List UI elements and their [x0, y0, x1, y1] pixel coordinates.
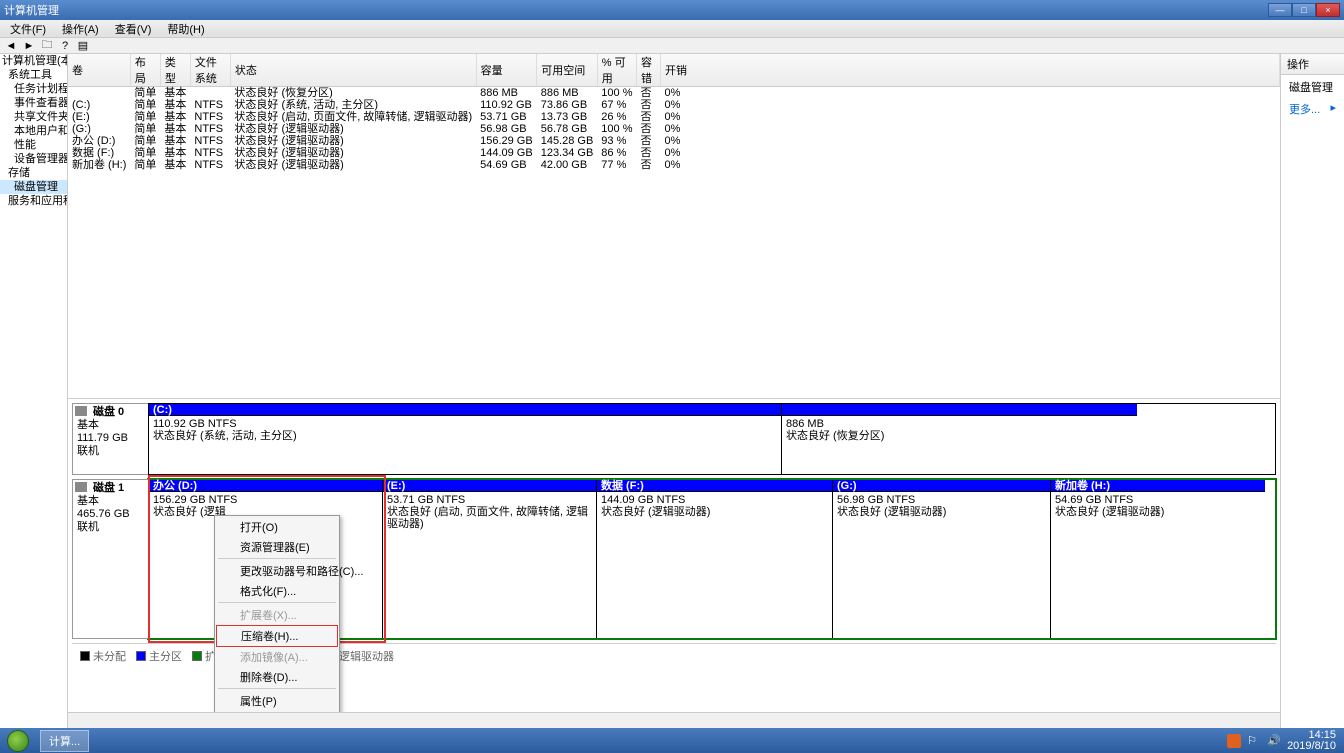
title-bar: 计算机管理 — □ ×	[0, 0, 1344, 20]
col-layout[interactable]: 布局	[130, 54, 160, 87]
partition[interactable]: (C:)110.92 GB NTFS状态良好 (系统, 活动, 主分区)	[149, 404, 782, 474]
ctx-open[interactable]: 打开(O)	[216, 517, 338, 537]
ctx-format[interactable]: 格式化(F)...	[216, 581, 338, 601]
window-title: 计算机管理	[4, 2, 1268, 18]
tree-shared-folders[interactable]: 共享文件夹	[0, 110, 67, 124]
tree-root[interactable]: 计算机管理(本	[0, 54, 67, 68]
taskbar[interactable]: 计算... ⚐ 🔊 14:15 2019/8/10	[0, 728, 1344, 753]
ctx-shrink[interactable]: 压缩卷(H)...	[216, 625, 338, 647]
disk-1-info[interactable]: 磁盘 1 基本 465.76 GB 联机	[72, 479, 148, 639]
tree-task-scheduler[interactable]: 任务计划程	[0, 82, 67, 96]
help-icon[interactable]: ?	[58, 39, 72, 53]
menu-file[interactable]: 文件(F)	[6, 21, 50, 37]
tree-event-viewer[interactable]: 事件查看器	[0, 96, 67, 110]
disk-0-info[interactable]: 磁盘 0 基本 111.79 GB 联机	[72, 403, 148, 475]
ctx-add-mirror: 添加镜像(A)...	[216, 647, 338, 667]
actions-more[interactable]: 更多... ▸	[1281, 99, 1344, 119]
context-menu: 打开(O) 资源管理器(E) 更改驱动器号和路径(C)... 格式化(F)...…	[214, 515, 340, 712]
task-app-button[interactable]: 计算...	[40, 730, 89, 752]
partition[interactable]: 886 MB状态良好 (恢复分区)	[782, 404, 1137, 474]
ime-icon[interactable]	[1227, 734, 1241, 748]
tree-services[interactable]: 服务和应用程	[0, 194, 67, 208]
actions-pane: 操作 磁盘管理 更多... ▸	[1280, 54, 1344, 728]
back-icon[interactable]: ◄	[4, 39, 18, 53]
disk-0-row: 磁盘 0 基本 111.79 GB 联机 (C:)110.92 GB NTFS状…	[72, 403, 1276, 475]
col-fs[interactable]: 文件系统	[190, 54, 230, 87]
col-pct[interactable]: % 可用	[597, 54, 636, 87]
col-status[interactable]: 状态	[230, 54, 476, 87]
partition[interactable]: (E:)53.71 GB NTFS状态良好 (启动, 页面文件, 故障转储, 逻…	[383, 480, 597, 638]
windows-orb-icon	[7, 730, 29, 752]
tree-storage[interactable]: 存储	[0, 166, 67, 180]
tree-local-users[interactable]: 本地用户和	[0, 124, 67, 138]
col-overhead[interactable]: 开销	[661, 54, 1280, 87]
start-button[interactable]	[0, 728, 36, 753]
h-scrollbar[interactable]	[68, 712, 1280, 728]
refresh-icon[interactable]: 🗀	[40, 39, 54, 53]
partition[interactable]: 新加卷 (H:)54.69 GB NTFS状态良好 (逻辑驱动器)	[1051, 480, 1265, 638]
ctx-extend: 扩展卷(X)...	[216, 605, 338, 625]
ctx-sep2	[218, 602, 336, 604]
disk-1-row: 磁盘 1 基本 465.76 GB 联机 办公 (D:)156.29 GB NT…	[72, 479, 1276, 639]
actions-sub: 磁盘管理	[1281, 75, 1344, 99]
tree-system-tools[interactable]: 系统工具	[0, 68, 67, 82]
col-free[interactable]: 可用空间	[537, 54, 598, 87]
table-row[interactable]: (C:)简单基本NTFS状态良好 (系统, 活动, 主分区)110.92 GB7…	[68, 99, 1280, 111]
clock[interactable]: 14:15 2019/8/10	[1287, 730, 1336, 752]
col-capacity[interactable]: 容量	[476, 54, 537, 87]
ctx-sep1	[218, 558, 336, 560]
col-name[interactable]: 卷	[68, 54, 130, 87]
volume-table[interactable]: 卷 布局 类型 文件系统 状态 容量 可用空间 % 可用 容错 开销 简单基本状…	[68, 54, 1280, 171]
flag-icon[interactable]: ⚐	[1247, 734, 1261, 748]
table-row[interactable]: 办公 (D:)简单基本NTFS状态良好 (逻辑驱动器)156.29 GB145.…	[68, 135, 1280, 147]
menu-view[interactable]: 查看(V)	[111, 21, 156, 37]
table-row[interactable]: 简单基本状态良好 (恢复分区)886 MB886 MB100 %否0%	[68, 87, 1280, 100]
table-row[interactable]: 新加卷 (H:)简单基本NTFS状态良好 (逻辑驱动器)54.69 GB42.0…	[68, 159, 1280, 171]
ctx-delete[interactable]: 删除卷(D)...	[216, 667, 338, 687]
volume-icon[interactable]: 🔊	[1267, 734, 1281, 748]
menu-bar: 文件(F) 操作(A) 查看(V) 帮助(H)	[0, 20, 1344, 38]
nav-tree[interactable]: 计算机管理(本 系统工具 任务计划程 事件查看器 共享文件夹 本地用户和 性能 …	[0, 54, 68, 728]
menu-help[interactable]: 帮助(H)	[163, 21, 208, 37]
menu-action[interactable]: 操作(A)	[58, 21, 103, 37]
list-icon[interactable]: ▤	[76, 39, 90, 53]
table-row[interactable]: (G:)简单基本NTFS状态良好 (逻辑驱动器)56.98 GB56.78 GB…	[68, 123, 1280, 135]
col-fault[interactable]: 容错	[637, 54, 661, 87]
table-row[interactable]: 数据 (F:)简单基本NTFS状态良好 (逻辑驱动器)144.09 GB123.…	[68, 147, 1280, 159]
chevron-right-icon: ▸	[1330, 101, 1336, 114]
maximize-button[interactable]: □	[1292, 3, 1316, 17]
partition[interactable]: 数据 (F:)144.09 GB NTFS状态良好 (逻辑驱动器)	[597, 480, 833, 638]
tree-device-mgr[interactable]: 设备管理器	[0, 152, 67, 166]
tree-disk-mgmt[interactable]: 磁盘管理	[0, 180, 67, 194]
close-button[interactable]: ×	[1316, 3, 1340, 17]
actions-header: 操作	[1281, 54, 1344, 75]
partition[interactable]: (G:)56.98 GB NTFS状态良好 (逻辑驱动器)	[833, 480, 1051, 638]
minimize-button[interactable]: —	[1268, 3, 1292, 17]
ctx-explorer[interactable]: 资源管理器(E)	[216, 537, 338, 557]
system-tray: ⚐ 🔊 14:15 2019/8/10	[1227, 730, 1344, 752]
forward-icon[interactable]: ►	[22, 39, 36, 53]
ctx-props[interactable]: 属性(P)	[216, 691, 338, 711]
disk-layout-area: 磁盘 0 基本 111.79 GB 联机 (C:)110.92 GB NTFS状…	[68, 399, 1280, 712]
toolbar: ◄ ► 🗀 ? ▤	[0, 38, 1344, 54]
ctx-change-letter[interactable]: 更改驱动器号和路径(C)...	[216, 561, 338, 581]
ctx-sep3	[218, 688, 336, 690]
table-row[interactable]: (E:)简单基本NTFS状态良好 (启动, 页面文件, 故障转储, 逻辑驱动器)…	[68, 111, 1280, 123]
col-type[interactable]: 类型	[160, 54, 190, 87]
tree-performance[interactable]: 性能	[0, 138, 67, 152]
